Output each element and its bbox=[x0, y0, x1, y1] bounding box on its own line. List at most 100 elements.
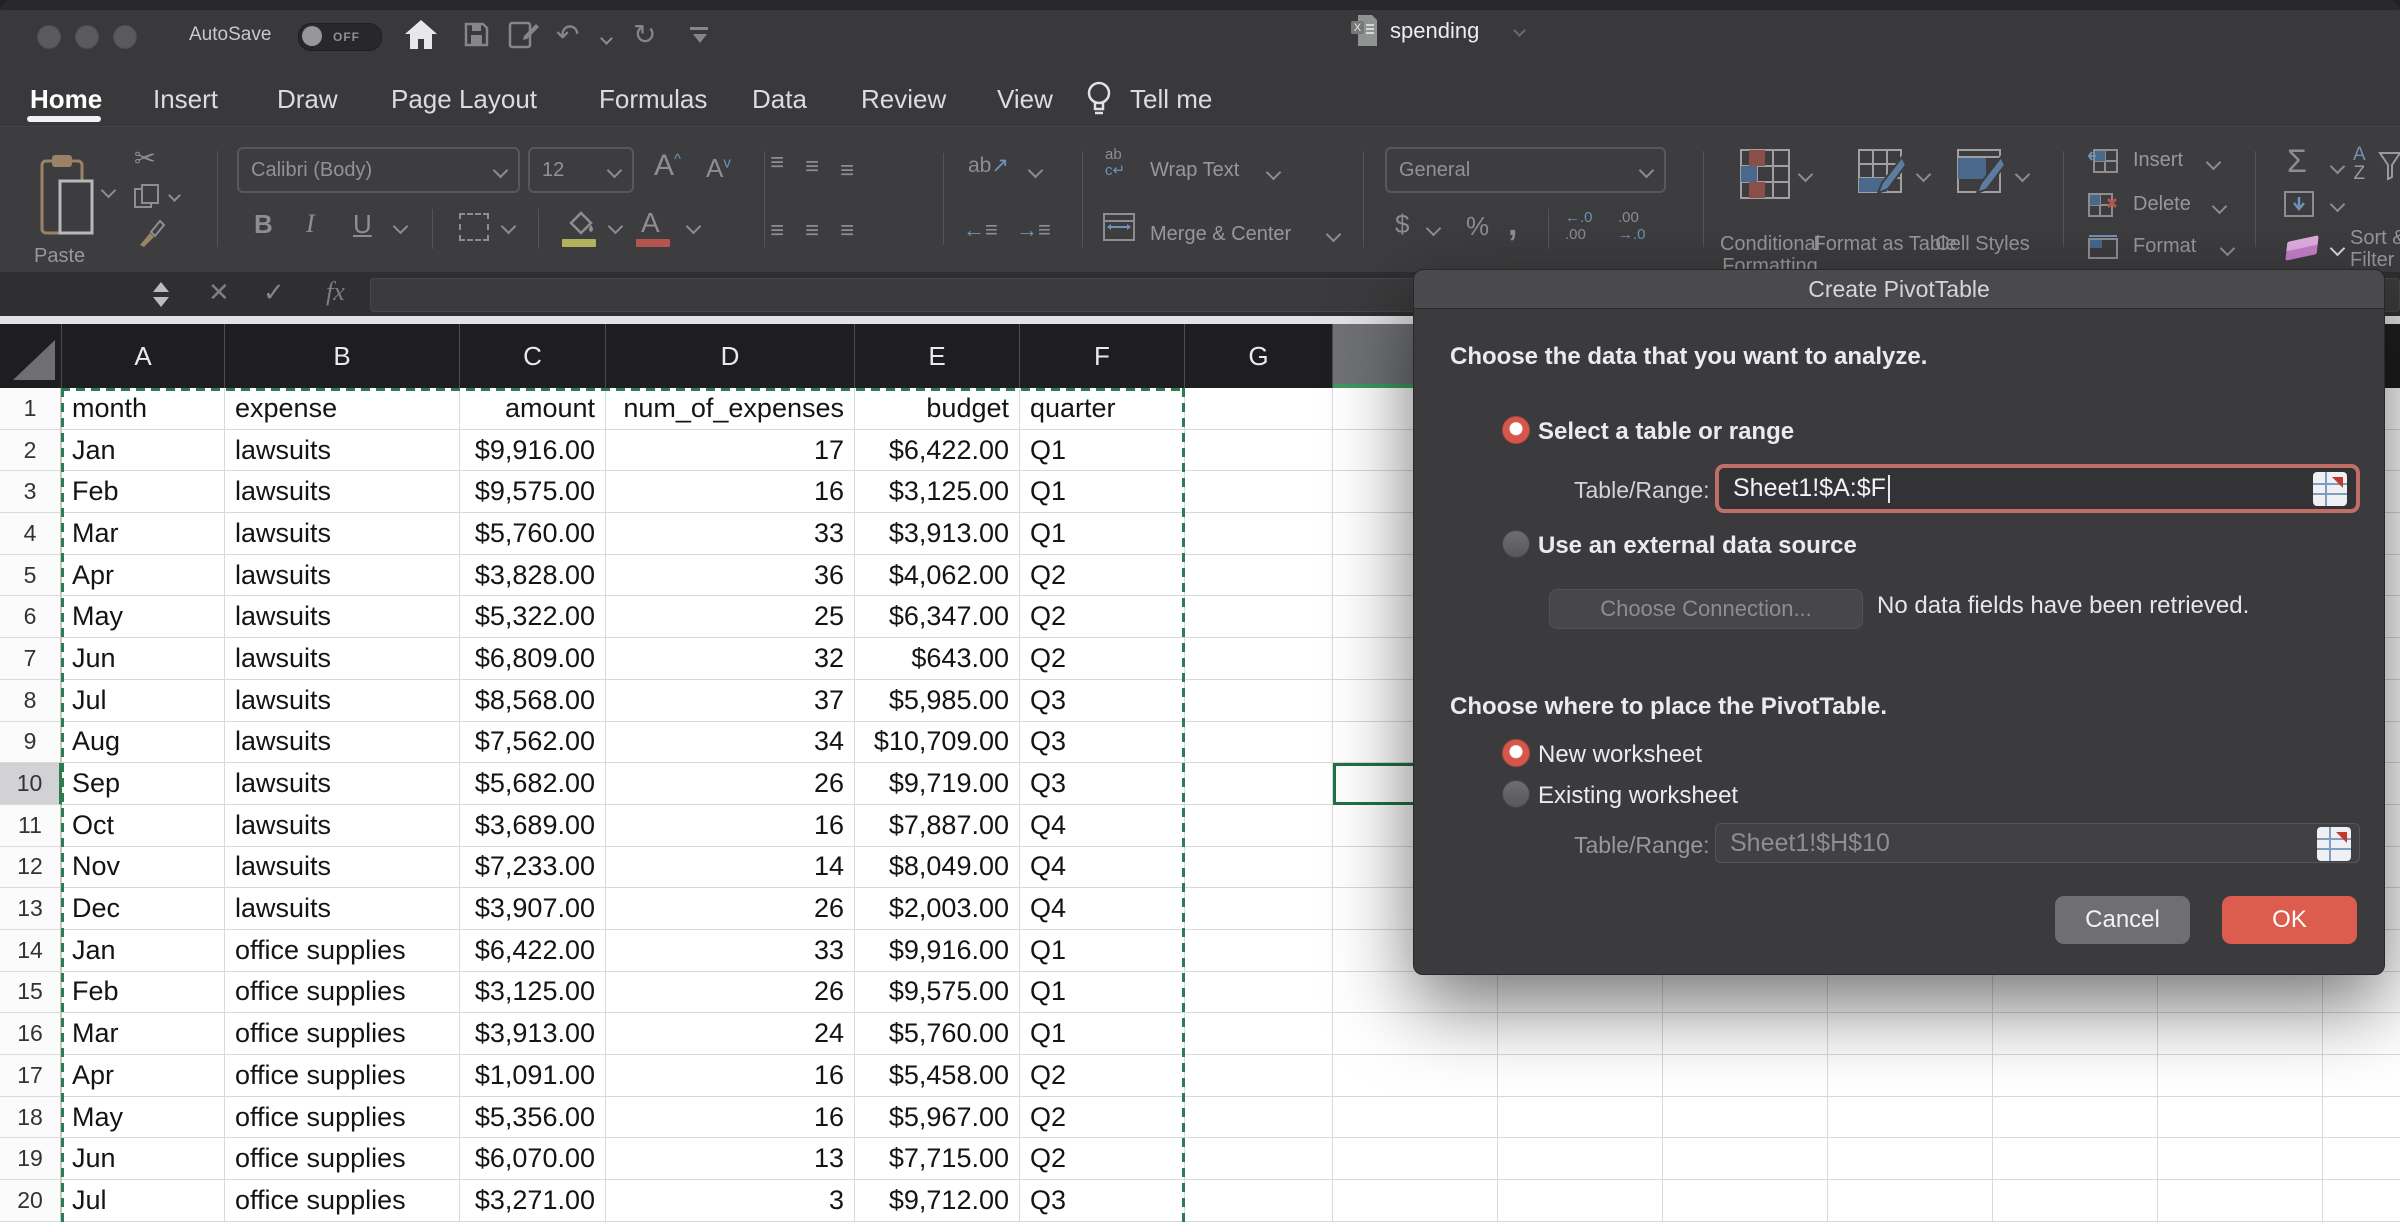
merge-center-button[interactable]: Merge & Center bbox=[1150, 223, 1291, 246]
cell[interactable]: $3,125.00 bbox=[460, 972, 606, 1014]
cell[interactable]: Q1 bbox=[1020, 1013, 1185, 1055]
row-header-9[interactable]: 9 bbox=[0, 722, 62, 764]
row-header-10[interactable]: 10 bbox=[0, 763, 62, 805]
wrap-text-button[interactable]: Wrap Text bbox=[1150, 159, 1239, 182]
align-center-icon[interactable]: ≡ bbox=[805, 217, 819, 245]
undo-chevron-icon[interactable] bbox=[600, 32, 613, 45]
cell[interactable] bbox=[1185, 763, 1333, 805]
align-middle-icon[interactable]: ≡ bbox=[805, 153, 819, 181]
row-header-16[interactable]: 16 bbox=[0, 1013, 62, 1055]
select-all-corner[interactable] bbox=[0, 324, 62, 388]
col-header-B[interactable]: B bbox=[225, 324, 460, 388]
cell[interactable]: Feb bbox=[62, 972, 225, 1014]
cell[interactable]: 13 bbox=[606, 1138, 855, 1180]
cell[interactable]: $5,760.00 bbox=[460, 513, 606, 555]
tab-draw[interactable]: Draw bbox=[277, 84, 338, 115]
cell[interactable]: 14 bbox=[606, 847, 855, 889]
font-size-combo[interactable]: 12 bbox=[528, 147, 634, 193]
cell[interactable]: amount bbox=[460, 388, 606, 430]
cell[interactable]: Feb bbox=[62, 471, 225, 513]
empty-cells[interactable] bbox=[1333, 1055, 2400, 1097]
sort-filter-button[interactable]: Sort & Filter bbox=[2350, 227, 2400, 271]
conditional-formatting-chevron-icon[interactable] bbox=[1798, 167, 1814, 183]
customize-toolbar-icon[interactable] bbox=[690, 27, 708, 30]
cell[interactable] bbox=[1185, 513, 1333, 555]
cell[interactable]: lawsuits bbox=[225, 513, 460, 555]
cell[interactable]: Q2 bbox=[1020, 1138, 1185, 1180]
insert-button[interactable]: Insert bbox=[2133, 149, 2183, 172]
cell[interactable]: $5,322.00 bbox=[460, 596, 606, 638]
undo-icon[interactable]: ↶ bbox=[556, 18, 579, 52]
orientation-icon[interactable]: ab↗ bbox=[968, 153, 1009, 178]
cell[interactable]: Q2 bbox=[1020, 638, 1185, 680]
cell[interactable]: $7,562.00 bbox=[460, 722, 606, 764]
row-header-8[interactable]: 8 bbox=[0, 680, 62, 722]
cell[interactable] bbox=[1185, 638, 1333, 680]
font-color-chevron-icon[interactable] bbox=[686, 219, 702, 235]
save-as-icon[interactable] bbox=[508, 20, 540, 49]
underline-button[interactable]: U bbox=[353, 209, 372, 240]
row-header-11[interactable]: 11 bbox=[0, 805, 62, 847]
cell[interactable] bbox=[1185, 805, 1333, 847]
cell[interactable]: $8,049.00 bbox=[855, 847, 1020, 889]
cell[interactable]: 24 bbox=[606, 1013, 855, 1055]
clear-icon[interactable] bbox=[2285, 235, 2318, 260]
cell[interactable] bbox=[1185, 471, 1333, 513]
cell[interactable]: $5,458.00 bbox=[855, 1055, 1020, 1097]
row-header-5[interactable]: 5 bbox=[0, 555, 62, 597]
cell[interactable]: May bbox=[62, 1097, 225, 1139]
table-range2-input[interactable]: Sheet1!$H$10 bbox=[1715, 823, 2360, 863]
col-header-A[interactable]: A bbox=[62, 324, 225, 388]
format-cells-icon[interactable] bbox=[2088, 235, 2118, 259]
cancel-button[interactable]: Cancel bbox=[2055, 896, 2190, 944]
wrap-text-chevron-icon[interactable] bbox=[1266, 165, 1282, 181]
cell[interactable]: Aug bbox=[62, 722, 225, 764]
cell[interactable]: lawsuits bbox=[225, 805, 460, 847]
row-header-18[interactable]: 18 bbox=[0, 1097, 62, 1139]
cell[interactable]: Q4 bbox=[1020, 847, 1185, 889]
row-header-12[interactable]: 12 bbox=[0, 847, 62, 889]
cell[interactable]: $9,575.00 bbox=[855, 972, 1020, 1014]
cell[interactable]: lawsuits bbox=[225, 680, 460, 722]
copy-icon[interactable] bbox=[133, 183, 163, 209]
cell[interactable]: $9,719.00 bbox=[855, 763, 1020, 805]
format-button[interactable]: Format bbox=[2133, 235, 2196, 258]
cell[interactable]: 16 bbox=[606, 805, 855, 847]
cell[interactable]: 34 bbox=[606, 722, 855, 764]
cell[interactable]: Jun bbox=[62, 1138, 225, 1180]
document-title[interactable]: spending bbox=[1390, 18, 1479, 44]
cell[interactable]: 33 bbox=[606, 513, 855, 555]
radio-existing-worksheet[interactable] bbox=[1502, 780, 1530, 808]
cell[interactable]: budget bbox=[855, 388, 1020, 430]
name-box-stepper-up-icon[interactable] bbox=[153, 282, 169, 292]
cell[interactable]: 33 bbox=[606, 930, 855, 972]
comma-format-icon[interactable]: , bbox=[1508, 205, 1517, 244]
cell[interactable]: Dec bbox=[62, 888, 225, 930]
radio-existing-worksheet-label[interactable]: Existing worksheet bbox=[1538, 782, 1738, 810]
cell[interactable]: lawsuits bbox=[225, 847, 460, 889]
cell[interactable] bbox=[1185, 430, 1333, 472]
cell[interactable]: $5,967.00 bbox=[855, 1097, 1020, 1139]
decrease-decimal-icon[interactable]: ←.0.00 bbox=[1565, 209, 1593, 243]
format-painter-icon[interactable] bbox=[136, 219, 166, 249]
increase-font-icon[interactable]: A^ bbox=[654, 149, 681, 183]
cell[interactable]: $5,760.00 bbox=[855, 1013, 1020, 1055]
cell[interactable]: $3,913.00 bbox=[855, 513, 1020, 555]
redo-icon[interactable]: ↻ bbox=[633, 18, 656, 52]
cell[interactable]: office supplies bbox=[225, 1138, 460, 1180]
cell[interactable]: Oct bbox=[62, 805, 225, 847]
cell[interactable]: $7,233.00 bbox=[460, 847, 606, 889]
cell[interactable]: $3,907.00 bbox=[460, 888, 606, 930]
cell[interactable]: office supplies bbox=[225, 1055, 460, 1097]
cell[interactable]: $5,356.00 bbox=[460, 1097, 606, 1139]
copy-chevron-icon[interactable] bbox=[168, 189, 181, 202]
table-range-input[interactable]: Sheet1!$A:$F bbox=[1715, 464, 2360, 513]
radio-new-worksheet[interactable] bbox=[1502, 739, 1530, 767]
row-header-1[interactable]: 1 bbox=[0, 388, 62, 430]
cancel-formula-icon[interactable]: ✕ bbox=[208, 277, 230, 308]
cell[interactable]: $9,712.00 bbox=[855, 1180, 1020, 1222]
cut-icon[interactable]: ✂ bbox=[134, 143, 156, 174]
increase-indent-icon[interactable]: →≡ bbox=[1016, 217, 1051, 243]
range-selector-icon[interactable] bbox=[2317, 827, 2351, 861]
cell[interactable]: Nov bbox=[62, 847, 225, 889]
